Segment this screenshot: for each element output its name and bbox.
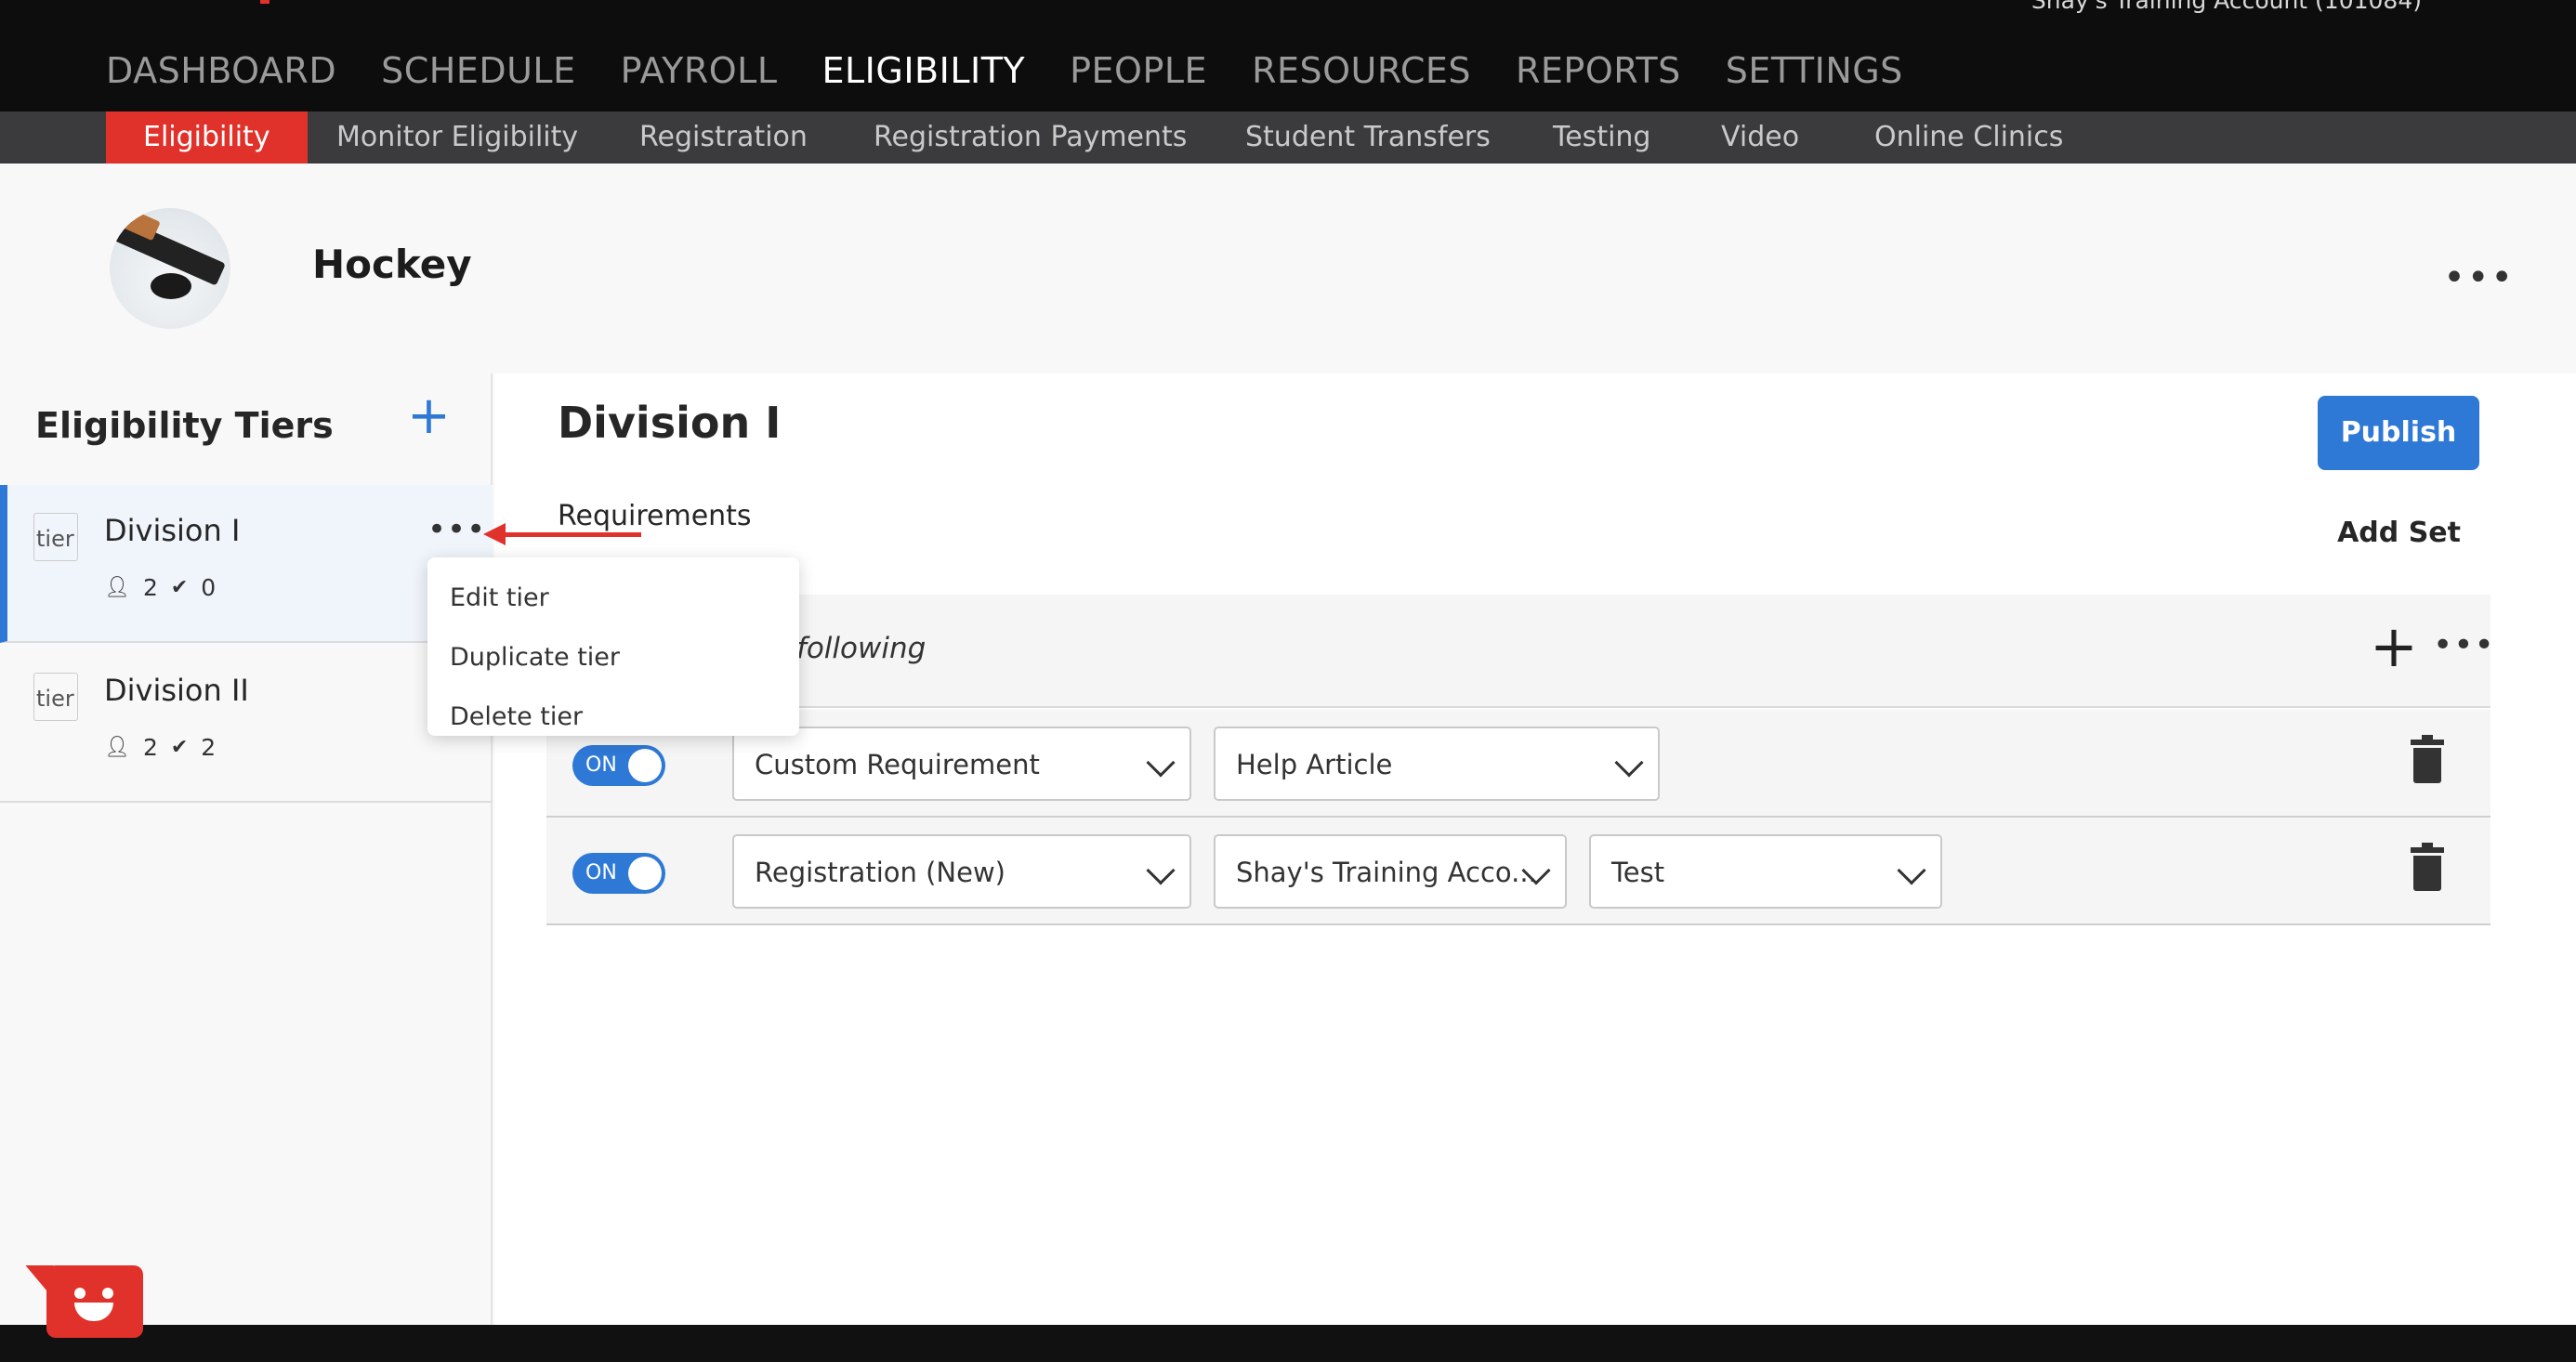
hockey-puck-shape xyxy=(151,273,191,299)
requirement-row: ON Custom Requirement Help Article xyxy=(546,710,2491,818)
subnav-monitor-eligibility[interactable]: Monitor Eligibility xyxy=(336,111,578,164)
requirement-account-select[interactable]: Shay's Training Acco... xyxy=(1214,834,1567,909)
nav-resources[interactable]: RESOURCES xyxy=(1252,50,1471,91)
requirement-type-select[interactable]: Registration (New) xyxy=(732,834,1191,909)
requirement-row: ON Registration (New) Shay's Training Ac… xyxy=(546,818,2491,925)
subnav-video[interactable]: Video xyxy=(1721,111,1799,164)
select-value: Help Article xyxy=(1236,749,1393,780)
tier-image-broken: tier xyxy=(33,673,78,721)
tier-image-broken: tier xyxy=(33,513,78,561)
eligibility-tiers-panel: Eligibility Tiers + tier Division I 👤︎ 2… xyxy=(0,373,493,1325)
tier-name: Division I xyxy=(104,513,241,548)
subnav-registration[interactable]: Registration xyxy=(639,111,808,164)
tier-name: Division II xyxy=(104,673,249,708)
tier-actions-menu: Edit tier Duplicate tier Delete tier xyxy=(427,557,799,736)
nav-payroll[interactable]: PAYROLL xyxy=(621,50,778,91)
sport-header: Hockey ••• xyxy=(0,164,2576,373)
chat-widget-icon[interactable] xyxy=(25,1265,143,1338)
requirement-item-select[interactable]: Test xyxy=(1589,834,1942,909)
nav-reports[interactable]: REPORTS xyxy=(1516,50,1681,91)
chat-eye-right xyxy=(102,1288,113,1299)
chevron-down-icon xyxy=(1614,748,1644,778)
nav-schedule[interactable]: SCHEDULE xyxy=(381,50,576,91)
tier-requirements-count: 0 xyxy=(201,574,217,601)
division-title: Division I xyxy=(558,398,782,448)
tier-requirements-count: 2 xyxy=(201,734,217,761)
chevron-down-icon xyxy=(1897,856,1926,885)
subnav-student-transfers[interactable]: Student Transfers xyxy=(1245,111,1491,164)
subnav-eligibility[interactable]: Eligibility xyxy=(106,111,308,164)
chat-eye-left xyxy=(74,1288,85,1299)
tier-people-count: 2 xyxy=(142,734,158,761)
tier-item-division-ii[interactable]: tier Division II 👤︎ 2 ✔ 2 xyxy=(0,645,493,803)
tier-more-icon[interactable]: ••• xyxy=(427,511,486,548)
subnav-online-clinics[interactable]: Online Clinics xyxy=(1874,111,2063,164)
add-requirement-icon[interactable]: + xyxy=(2370,609,2418,684)
account-label[interactable]: Shay's Training Account (101084) xyxy=(2031,0,2422,14)
sport-title: Hockey xyxy=(312,242,472,287)
select-value: Registration (New) xyxy=(755,857,1005,888)
tiers-title: Eligibility Tiers xyxy=(35,405,334,446)
check-circle-icon: ✔ xyxy=(170,736,189,759)
toggle-knob xyxy=(628,749,662,782)
subnav-testing[interactable]: Testing xyxy=(1553,111,1650,164)
bottom-bar xyxy=(0,1325,2576,1362)
trash-icon[interactable] xyxy=(2411,843,2444,892)
tier-stats: 👤︎ 2 ✔ 0 xyxy=(104,574,216,601)
requirements-label: Requirements xyxy=(558,500,752,532)
nav-dashboard[interactable]: DASHBOARD xyxy=(106,50,336,91)
chevron-down-icon xyxy=(1146,856,1176,885)
tier-detail-panel: Division I Publish Requirements Add Set … xyxy=(494,373,2576,1325)
toggle-label: ON xyxy=(585,861,617,884)
menu-item-edit-tier[interactable]: Edit tier xyxy=(427,569,799,628)
select-value: Shay's Training Acco... xyxy=(1236,857,1537,888)
annotation-arrow-line xyxy=(502,532,641,537)
toggle-knob xyxy=(628,857,662,890)
person-icon: 👤︎ xyxy=(104,736,130,759)
tier-item-division-i[interactable]: tier Division I 👤︎ 2 ✔ 0 ••• xyxy=(0,485,493,643)
tier-stats: 👤︎ 2 ✔ 2 xyxy=(104,734,216,761)
main-nav: DASHBOARD SCHEDULE PAYROLL ELIGIBILITY P… xyxy=(106,50,1948,91)
check-circle-icon: ✔ xyxy=(170,576,189,599)
subnav-registration-payments[interactable]: Registration Payments xyxy=(874,111,1187,164)
chat-mouth xyxy=(74,1303,113,1321)
sub-nav: Eligibility Monitor Eligibility Registra… xyxy=(0,111,2576,164)
requirement-source-select[interactable]: Help Article xyxy=(1214,727,1660,801)
requirement-set-header: e following + ••• xyxy=(546,595,2494,708)
requirement-toggle[interactable]: ON xyxy=(572,853,665,894)
sport-avatar xyxy=(110,208,230,329)
select-value: Custom Requirement xyxy=(755,749,1040,780)
menu-item-duplicate-tier[interactable]: Duplicate tier xyxy=(427,628,799,688)
nav-eligibility[interactable]: ELIGIBILITY xyxy=(822,50,1026,91)
publish-button[interactable]: Publish xyxy=(2318,396,2479,470)
nav-people[interactable]: PEOPLE xyxy=(1070,50,1207,91)
add-set-button[interactable]: Add Set xyxy=(1903,517,2461,549)
top-bar: Shay's Training Account (101084) DASHBOA… xyxy=(0,0,2576,111)
select-value: Test xyxy=(1611,857,1665,888)
trash-icon[interactable] xyxy=(2411,735,2444,784)
tier-people-count: 2 xyxy=(142,574,158,601)
set-more-icon[interactable]: ••• xyxy=(2433,626,2495,664)
requirement-type-select[interactable]: Custom Requirement xyxy=(732,727,1191,801)
more-horizontal-icon[interactable]: ••• xyxy=(2443,256,2515,299)
chevron-down-icon xyxy=(1146,748,1176,778)
person-icon: 👤︎ xyxy=(104,576,130,599)
menu-item-delete-tier[interactable]: Delete tier xyxy=(427,688,799,747)
add-tier-icon[interactable]: + xyxy=(407,390,451,442)
requirement-toggle[interactable]: ON xyxy=(572,745,665,786)
toggle-label: ON xyxy=(585,753,617,777)
brand-logo-fragment xyxy=(260,0,269,4)
nav-settings[interactable]: SETTINGS xyxy=(1726,50,1903,91)
